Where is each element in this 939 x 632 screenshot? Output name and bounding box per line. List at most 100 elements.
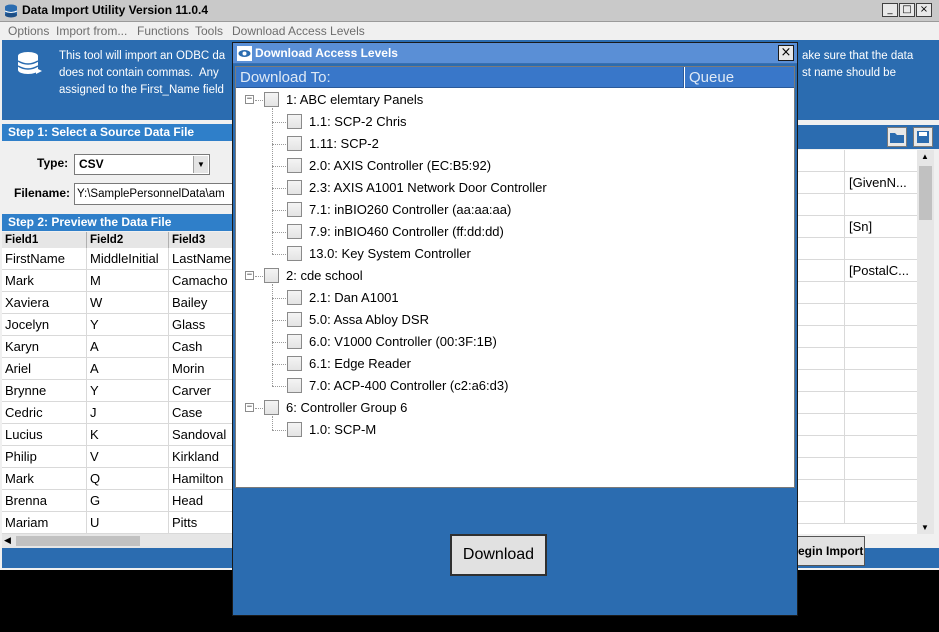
table-row[interactable]: Mariam U Pitts bbox=[2, 512, 234, 534]
table-cell[interactable] bbox=[797, 436, 845, 458]
table-row[interactable] bbox=[797, 194, 917, 216]
save-button[interactable] bbox=[913, 127, 933, 147]
table-cell[interactable]: Carver bbox=[169, 380, 234, 402]
table-cell[interactable]: A bbox=[87, 358, 169, 380]
group-checkbox[interactable] bbox=[264, 268, 279, 283]
table-row[interactable]: Brynne Y Carver bbox=[2, 380, 234, 402]
table-cell[interactable]: Jocelyn bbox=[2, 314, 87, 336]
table-cell[interactable]: U bbox=[87, 512, 169, 534]
type-select[interactable]: CSV ▼ bbox=[74, 154, 210, 175]
table-cell[interactable] bbox=[797, 238, 845, 260]
table-cell[interactable] bbox=[797, 260, 845, 282]
table-row[interactable]: Jocelyn Y Glass bbox=[2, 314, 234, 336]
table-row[interactable] bbox=[797, 326, 917, 348]
scrollbar-thumb[interactable] bbox=[919, 166, 932, 220]
dropdown-arrow-icon[interactable]: ▼ bbox=[193, 156, 208, 173]
table-cell[interactable]: V bbox=[87, 446, 169, 468]
menu-functions[interactable]: Functions bbox=[137, 24, 189, 38]
download-button[interactable]: Download bbox=[450, 534, 547, 576]
item-checkbox[interactable] bbox=[287, 378, 302, 393]
table-cell[interactable]: Xaviera bbox=[2, 292, 87, 314]
table-cell[interactable] bbox=[797, 480, 845, 502]
close-window-button[interactable]: × bbox=[916, 3, 932, 17]
table-row[interactable] bbox=[797, 370, 917, 392]
table-row[interactable] bbox=[797, 150, 917, 172]
table-cell[interactable] bbox=[845, 458, 917, 480]
table-cell[interactable]: K bbox=[87, 424, 169, 446]
table-cell[interactable] bbox=[797, 502, 845, 524]
table-row[interactable]: Cedric J Case bbox=[2, 402, 234, 424]
item-checkbox[interactable] bbox=[287, 136, 302, 151]
table-cell[interactable]: Cash bbox=[169, 336, 234, 358]
table-cell[interactable] bbox=[845, 150, 917, 172]
table-cell[interactable]: Q bbox=[87, 468, 169, 490]
scroll-up-icon[interactable]: ▲ bbox=[921, 152, 929, 161]
table-cell[interactable] bbox=[845, 414, 917, 436]
table-cell[interactable]: Brenna bbox=[2, 490, 87, 512]
item-checkbox[interactable] bbox=[287, 334, 302, 349]
table-cell[interactable]: Brynne bbox=[2, 380, 87, 402]
item-checkbox[interactable] bbox=[287, 114, 302, 129]
table-cell[interactable]: LastName bbox=[169, 248, 234, 270]
table-cell[interactable] bbox=[797, 348, 845, 370]
table-cell[interactable]: Mariam bbox=[2, 512, 87, 534]
item-checkbox[interactable] bbox=[287, 158, 302, 173]
scroll-down-icon[interactable]: ▼ bbox=[921, 523, 929, 532]
scrollbar-thumb[interactable] bbox=[16, 536, 140, 546]
menu-import-from[interactable]: Import from... bbox=[56, 24, 127, 38]
menu-download-access-levels[interactable]: Download Access Levels bbox=[232, 24, 365, 38]
table-cell[interactable] bbox=[845, 348, 917, 370]
table-cell[interactable] bbox=[797, 194, 845, 216]
table-row[interactable]: FirstName MiddleInitial LastName bbox=[2, 248, 234, 270]
group-checkbox[interactable] bbox=[264, 92, 279, 107]
table-row[interactable]: Brenna G Head bbox=[2, 490, 234, 512]
table-cell[interactable]: M bbox=[87, 270, 169, 292]
table-cell[interactable] bbox=[845, 392, 917, 414]
dialog-close-button[interactable]: × bbox=[778, 45, 794, 61]
table-cell[interactable] bbox=[797, 172, 845, 194]
table-row[interactable] bbox=[797, 458, 917, 480]
table-cell[interactable] bbox=[797, 216, 845, 238]
table-row[interactable]: Xaviera W Bailey bbox=[2, 292, 234, 314]
table-row[interactable]: Philip V Kirkland bbox=[2, 446, 234, 468]
table-cell[interactable]: Lucius bbox=[2, 424, 87, 446]
item-checkbox[interactable] bbox=[287, 312, 302, 327]
menu-options[interactable]: Options bbox=[8, 24, 49, 38]
table-row[interactable]: Lucius K Sandoval bbox=[2, 424, 234, 446]
table-cell[interactable]: MiddleInitial bbox=[87, 248, 169, 270]
collapse-icon[interactable]: − bbox=[245, 95, 254, 104]
table-cell[interactable] bbox=[845, 194, 917, 216]
column-header-field3[interactable]: Field3 bbox=[169, 232, 234, 248]
table-cell[interactable]: Head bbox=[169, 490, 234, 512]
column-header-field1[interactable]: Field1 bbox=[2, 232, 87, 248]
table-cell[interactable] bbox=[845, 304, 917, 326]
item-checkbox[interactable] bbox=[287, 246, 302, 261]
table-cell[interactable] bbox=[845, 326, 917, 348]
column-header-queue[interactable]: Queue bbox=[685, 67, 794, 88]
table-cell[interactable] bbox=[845, 436, 917, 458]
item-checkbox[interactable] bbox=[287, 202, 302, 217]
table-cell[interactable]: Mark bbox=[2, 468, 87, 490]
filename-input[interactable]: Y:\SamplePersonnelData\am bbox=[74, 183, 236, 205]
table-cell[interactable]: Sandoval bbox=[169, 424, 234, 446]
item-checkbox[interactable] bbox=[287, 290, 302, 305]
table-cell[interactable] bbox=[797, 458, 845, 480]
table-cell[interactable] bbox=[845, 502, 917, 524]
column-header-download-to[interactable]: Download To: bbox=[236, 67, 684, 88]
open-folder-button[interactable] bbox=[887, 127, 907, 147]
table-row[interactable]: Mark M Camacho bbox=[2, 270, 234, 292]
minimize-button[interactable]: _ bbox=[882, 3, 898, 17]
table-cell[interactable]: Y bbox=[87, 380, 169, 402]
table-cell[interactable] bbox=[797, 414, 845, 436]
table-cell[interactable] bbox=[797, 370, 845, 392]
collapse-icon[interactable]: − bbox=[245, 271, 254, 280]
table-cell[interactable]: Case bbox=[169, 402, 234, 424]
table-cell[interactable]: Morin bbox=[169, 358, 234, 380]
horizontal-scrollbar[interactable]: ◀ bbox=[2, 534, 234, 548]
table-row[interactable] bbox=[797, 502, 917, 524]
table-cell[interactable] bbox=[797, 326, 845, 348]
table-row[interactable] bbox=[797, 392, 917, 414]
table-cell[interactable] bbox=[845, 238, 917, 260]
table-row[interactable] bbox=[797, 414, 917, 436]
table-cell[interactable]: Cedric bbox=[2, 402, 87, 424]
